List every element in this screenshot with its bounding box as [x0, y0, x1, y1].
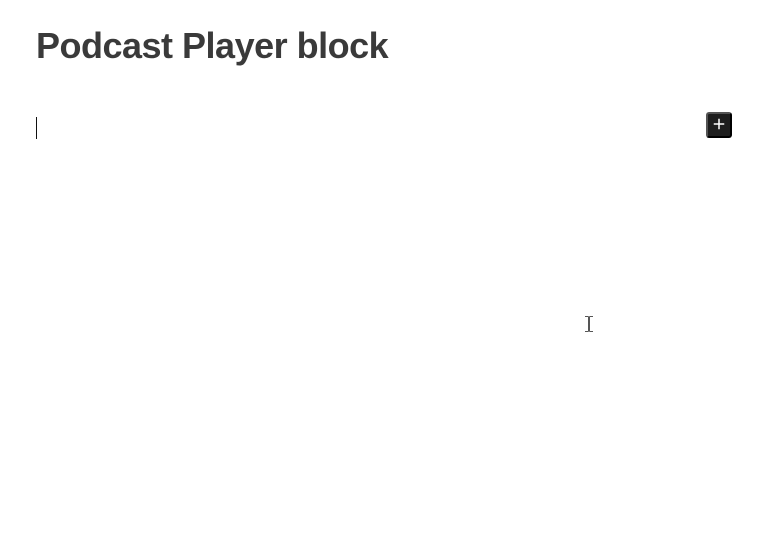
post-title[interactable]: Podcast Player block — [36, 24, 732, 67]
editor-container: Podcast Player block — [0, 0, 768, 169]
paragraph-block[interactable] — [37, 115, 732, 139]
plus-icon — [710, 115, 728, 136]
add-block-button[interactable] — [706, 112, 732, 138]
content-row — [36, 115, 732, 145]
mouse-cursor-ibeam — [584, 316, 594, 337]
